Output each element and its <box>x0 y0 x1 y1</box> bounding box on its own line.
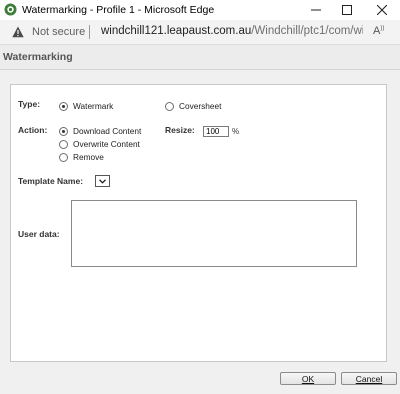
download-content-radio[interactable] <box>59 126 68 136</box>
window-title: Watermarking - Profile 1 - Microsoft Edg… <box>22 4 215 16</box>
dialog-header: Watermarking <box>0 45 400 70</box>
template-name-select[interactable] <box>95 175 110 187</box>
resize-label: Resize: <box>165 125 195 135</box>
cancel-button[interactable]: Cancel <box>341 372 397 385</box>
dialog-title: Watermarking <box>3 51 73 63</box>
ok-button[interactable]: OK <box>280 372 336 385</box>
address-bar[interactable]: Not secure windchill121.leapaust.com.au/… <box>0 20 400 45</box>
user-data-textarea[interactable] <box>71 200 357 267</box>
action-option-download[interactable]: Download Content <box>59 126 141 136</box>
url-path: /Windchill/ptc1/com/winc... <box>251 25 363 37</box>
chevron-down-icon <box>99 178 106 184</box>
ok-label: OK <box>301 373 315 384</box>
coversheet-radio[interactable] <box>165 101 174 111</box>
window-titlebar: Watermarking - Profile 1 - Microsoft Edg… <box>0 0 400 20</box>
minimize-icon <box>311 9 321 11</box>
maximize-icon <box>342 5 352 15</box>
action-option-overwrite[interactable]: Overwrite Content <box>59 139 140 149</box>
overwrite-content-radio[interactable] <box>59 139 68 149</box>
security-status[interactable]: Not secure <box>32 26 85 38</box>
url-field[interactable]: windchill121.leapaust.com.au/Windchill/p… <box>101 25 363 37</box>
user-data-label: User data: <box>18 229 60 239</box>
url-host: windchill121.leapaust.com.au <box>101 25 252 37</box>
coversheet-label: Coversheet <box>179 101 222 111</box>
windchill-app-icon <box>4 3 17 16</box>
watermark-radio[interactable] <box>59 101 68 111</box>
download-content-label: Download Content <box>73 126 142 136</box>
overwrite-content-label: Overwrite Content <box>73 139 140 149</box>
address-divider <box>89 25 90 39</box>
resize-input[interactable]: 100 <box>203 126 229 137</box>
action-label: Action: <box>18 125 48 135</box>
watermark-label: Watermark <box>73 101 114 111</box>
read-aloud-icon[interactable]: A)) <box>373 25 384 37</box>
remove-label: Remove <box>73 152 104 162</box>
type-option-coversheet[interactable]: Coversheet <box>165 101 221 111</box>
minimize-button[interactable] <box>301 0 331 20</box>
type-label: Type: <box>18 99 41 109</box>
cancel-label: Cancel <box>355 373 383 384</box>
action-option-remove[interactable]: Remove <box>59 152 104 162</box>
close-window-button[interactable] <box>367 0 397 20</box>
template-name-label: Template Name: <box>18 176 84 186</box>
close-icon <box>377 5 387 15</box>
warning-icon[interactable] <box>12 26 24 38</box>
type-option-watermark[interactable]: Watermark <box>59 101 113 111</box>
maximize-button[interactable] <box>332 0 362 20</box>
remove-radio[interactable] <box>59 152 68 162</box>
resize-unit: % <box>232 127 240 136</box>
